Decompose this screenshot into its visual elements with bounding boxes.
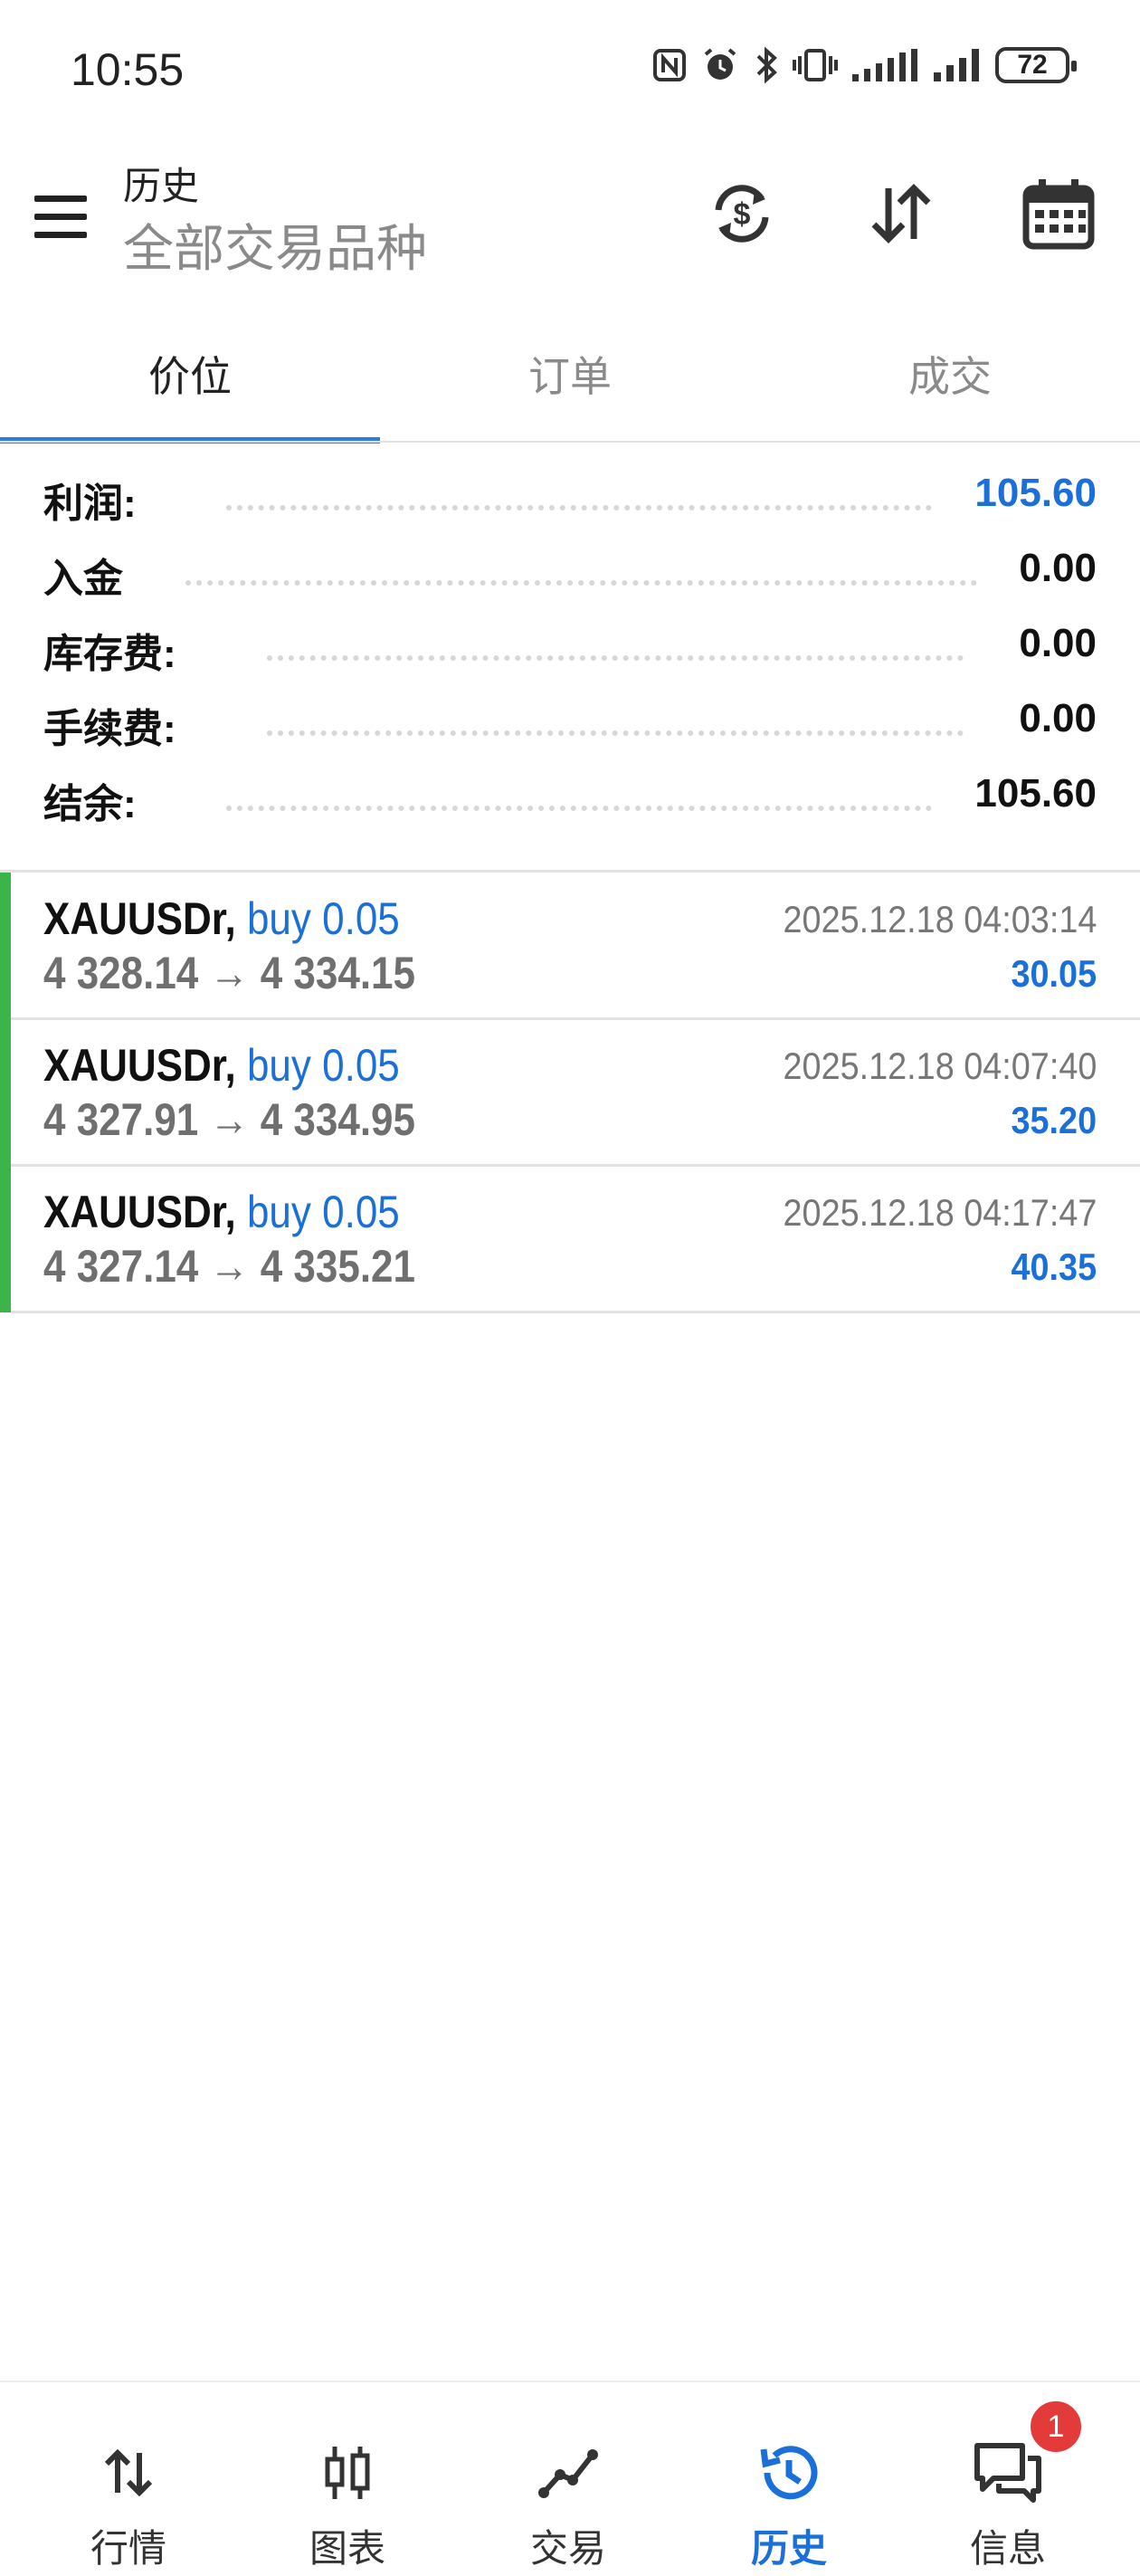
nav-label: 交易 xyxy=(529,2527,606,2570)
deal-side: buy 0.05 xyxy=(246,1040,400,1091)
summary-row-balance: 结余: 105.60 xyxy=(0,762,1140,837)
summary-panel: 利润: 105.60 入金 0.00 库存费: 0.00 手续费: 0.00 结… xyxy=(0,462,1140,837)
dot-leader xyxy=(267,730,964,736)
currency-refresh-icon: $ xyxy=(715,185,769,243)
top-app-bar: 历史 全部交易品种 $ xyxy=(0,136,1140,299)
dot-leader xyxy=(185,580,977,586)
battery-indicator: 72 xyxy=(995,47,1077,83)
status-time: 10:55 xyxy=(71,44,185,95)
summary-row-commission: 手续费: 0.00 xyxy=(0,687,1140,762)
deal-profit: 35.20 xyxy=(1011,1099,1097,1141)
sort-arrows-icon xyxy=(871,184,931,243)
deposit-value: 0.00 xyxy=(1010,546,1097,591)
alarm-icon xyxy=(704,48,736,80)
nav-trade[interactable]: 交易 xyxy=(454,2382,682,2576)
sort-button[interactable] xyxy=(860,172,943,255)
deal-time: 2025.12.18 04:07:40 xyxy=(783,1045,1097,1087)
deal-row[interactable]: XAUUSDr, buy 0.05 4 328.14 → 4 334.15 20… xyxy=(0,873,1140,1020)
summary-row-swap: 库存费: 0.00 xyxy=(0,612,1140,687)
dot-leader xyxy=(267,655,964,661)
balance-label: 结余: xyxy=(43,771,146,829)
candlestick-chart-icon xyxy=(311,2437,384,2509)
deal-prices: 4 327.14 → 4 335.21 xyxy=(43,1241,416,1292)
profit-label: 利润: xyxy=(43,471,146,529)
deal-prices: 4 327.91 → 4 334.95 xyxy=(43,1094,416,1145)
swap-label: 库存费: xyxy=(43,621,185,679)
currency-refresh-button[interactable]: $ xyxy=(700,172,784,255)
deal-row[interactable]: XAUUSDr, buy 0.05 4 327.91 → 4 334.95 20… xyxy=(0,1019,1140,1167)
deal-profit: 30.05 xyxy=(1011,952,1097,995)
deposit-label: 入金 xyxy=(43,546,132,604)
deal-time: 2025.12.18 04:03:14 xyxy=(783,898,1097,940)
bluetooth-icon xyxy=(756,46,777,84)
deal-row[interactable]: XAUUSDr, buy 0.05 4 327.14 → 4 335.21 20… xyxy=(0,1166,1140,1313)
balance-value: 105.60 xyxy=(965,771,1097,816)
deal-side: buy 0.05 xyxy=(246,893,400,944)
tab-orders[interactable]: 订单 xyxy=(380,317,760,444)
svg-text:$: $ xyxy=(734,197,751,232)
nav-messages[interactable]: 信息 xyxy=(894,2382,1122,2576)
signal-1-icon xyxy=(852,49,917,81)
deal-prices: 4 328.14 → 4 334.15 xyxy=(43,948,416,998)
row-divider xyxy=(11,1311,1140,1313)
deal-time: 2025.12.18 04:17:47 xyxy=(783,1191,1097,1234)
deal-symbol-line: XAUUSDr, buy 0.05 xyxy=(43,892,400,945)
deal-side: buy 0.05 xyxy=(246,1187,400,1237)
dot-leader xyxy=(226,806,932,811)
signal-2-icon xyxy=(934,49,979,81)
quotes-arrows-icon xyxy=(92,2437,165,2509)
deal-profit: 40.35 xyxy=(1011,1245,1097,1288)
swap-value: 0.00 xyxy=(1010,621,1097,666)
bottom-navigation: 行情 图表 交易 历史 信息 xyxy=(0,2380,1140,2576)
chat-messages-icon xyxy=(972,2437,1044,2509)
nav-quotes[interactable]: 行情 xyxy=(14,2382,242,2576)
deal-symbol: XAUUSDr, xyxy=(43,893,236,944)
summary-row-deposit: 入金 0.00 xyxy=(0,537,1140,612)
deal-symbol: XAUUSDr, xyxy=(43,1040,236,1091)
nav-label: 图表 xyxy=(309,2527,385,2570)
commission-label: 手续费: xyxy=(43,696,185,754)
deal-symbol: XAUUSDr, xyxy=(43,1187,236,1237)
status-bar: 10:55 72 xyxy=(0,0,1140,136)
summary-row-profit: 利润: 105.60 xyxy=(0,462,1140,537)
tab-positions[interactable]: 价位 xyxy=(0,317,380,444)
menu-button[interactable] xyxy=(31,190,90,244)
buy-indicator-bar xyxy=(0,1019,11,1166)
calendar-icon xyxy=(1022,179,1095,250)
dot-leader xyxy=(226,505,932,510)
deal-symbol-line: XAUUSDr, buy 0.05 xyxy=(43,1186,400,1238)
buy-indicator-bar xyxy=(0,1166,11,1312)
buy-indicator-bar xyxy=(0,873,11,1019)
nav-label: 历史 xyxy=(750,2527,827,2570)
deal-symbol-line: XAUUSDr, buy 0.05 xyxy=(43,1039,400,1092)
commission-value: 0.00 xyxy=(1010,696,1097,741)
trade-line-icon xyxy=(532,2437,604,2509)
tabs-divider xyxy=(0,441,1140,443)
nav-label: 信息 xyxy=(969,2527,1046,2570)
nfc-icon xyxy=(653,49,686,81)
history-tabs: 价位 订单 成交 xyxy=(0,317,1140,444)
calendar-button[interactable] xyxy=(1017,172,1100,255)
nav-label: 行情 xyxy=(90,2527,166,2570)
symbol-filter[interactable]: 全部交易品种 xyxy=(123,208,427,281)
page-title: 历史 xyxy=(123,165,200,207)
status-icons: 72 xyxy=(651,45,1077,85)
tab-deals[interactable]: 成交 xyxy=(760,317,1140,444)
nav-history[interactable]: 历史 xyxy=(675,2382,903,2576)
nav-charts[interactable]: 图表 xyxy=(233,2382,461,2576)
history-clock-icon xyxy=(753,2437,825,2509)
profit-value: 105.60 xyxy=(965,471,1097,516)
messages-badge: 1 xyxy=(1028,2399,1084,2455)
vibrate-icon xyxy=(793,49,838,81)
